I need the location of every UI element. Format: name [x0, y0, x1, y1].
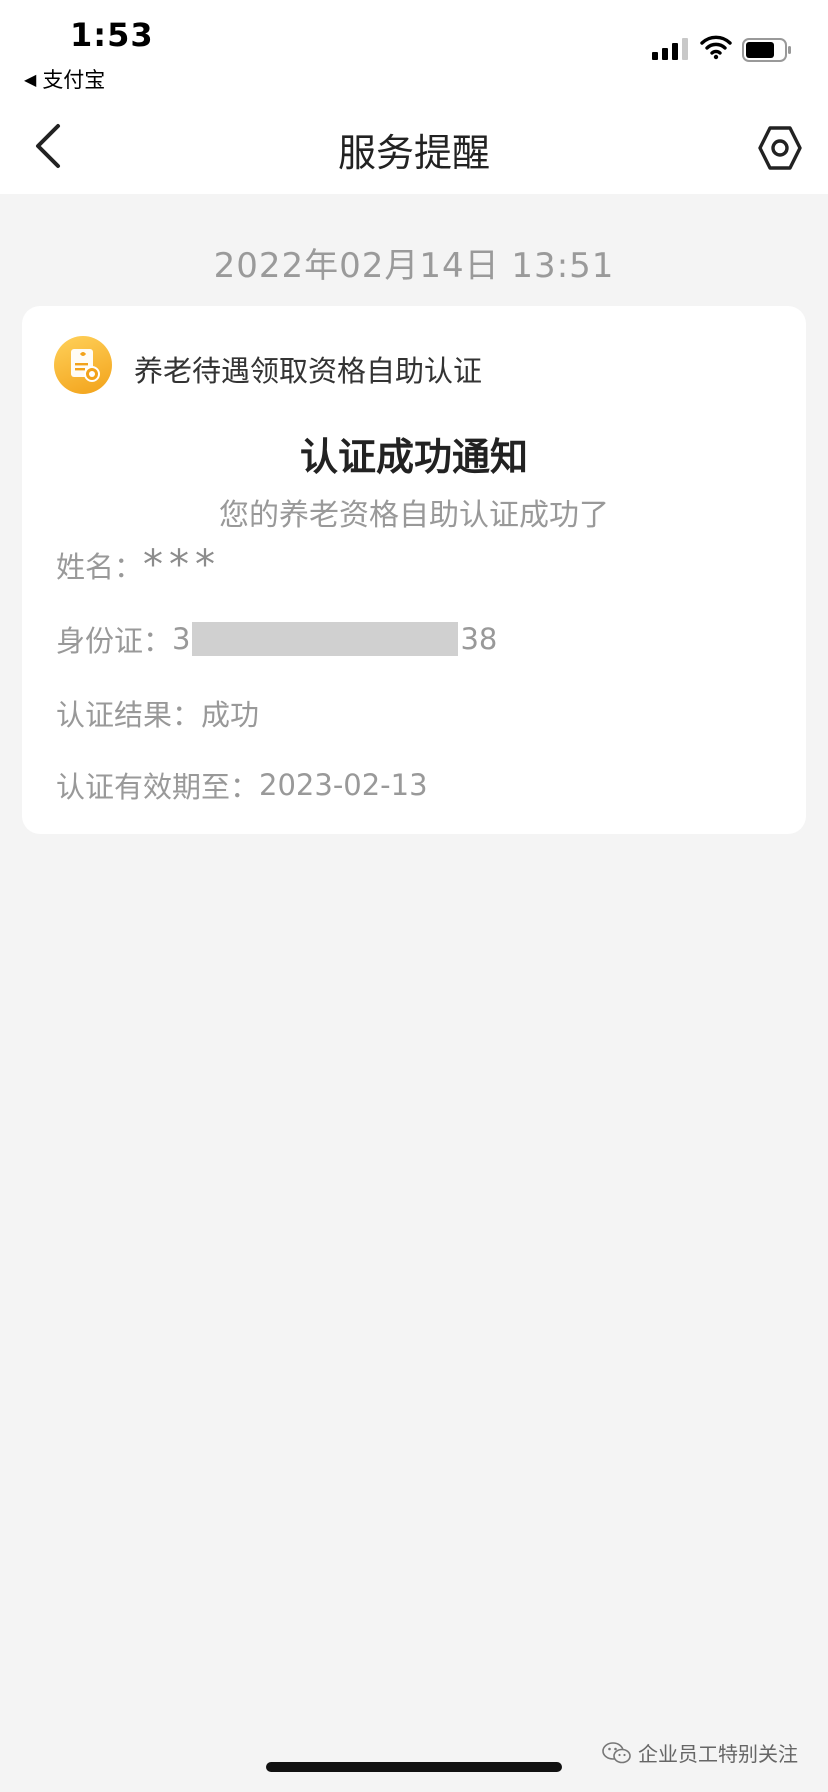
status-bar: 1:53 ◀ 支付宝	[0, 0, 828, 100]
certificate-icon	[54, 336, 112, 394]
service-name: 养老待遇领取资格自助认证	[134, 354, 483, 388]
cellular-signal-icon	[652, 38, 688, 60]
status-time: 1:53	[70, 16, 154, 54]
navigation-bar: 服务提醒	[0, 100, 828, 194]
result-row: 认证结果： 成功	[56, 692, 259, 734]
battery-icon	[742, 38, 791, 62]
home-indicator[interactable]	[266, 1762, 562, 1772]
name-row: 姓名： ***	[56, 542, 221, 588]
back-to-app-link[interactable]: ◀ 支付宝	[24, 64, 105, 94]
watermark-text: 企业员工特别关注	[638, 1742, 798, 1766]
message-timestamp: 2022年02月14日 13:51	[213, 246, 615, 286]
id-card-redaction	[192, 622, 459, 656]
valid-until-value: 2023-02-13	[259, 768, 428, 802]
id-card-row: 身份证： 3 38	[56, 618, 497, 660]
id-card-label: 身份证：	[56, 624, 173, 658]
page: 1:53 ◀ 支付宝 服务提醒 2022年02月14日 13:51 养老待遇领取…	[0, 0, 828, 1792]
name-label: 姓名：	[56, 550, 144, 584]
hexagon-settings-icon[interactable]	[756, 124, 804, 172]
result-label: 认证结果：	[56, 698, 202, 732]
back-app-label: 支付宝	[42, 68, 106, 92]
back-triangle-icon: ◀	[24, 69, 37, 89]
watermark: 企业员工特别关注	[602, 1738, 798, 1767]
notification-card[interactable]: 养老待遇领取资格自助认证 认证成功通知 您的养老资格自助认证成功了 姓名： **…	[22, 306, 806, 834]
page-title: 服务提醒	[337, 131, 490, 175]
result-value: 成功	[201, 698, 260, 732]
valid-until-row: 认证有效期至： 2023-02-13	[56, 764, 428, 806]
notification-subtitle: 您的养老资格自助认证成功了	[219, 498, 609, 533]
wechat-icon	[602, 1741, 631, 1763]
id-card-suffix: 38	[460, 622, 498, 656]
name-value: ***	[143, 542, 222, 588]
valid-until-label: 认证有效期至：	[56, 770, 260, 804]
notification-title: 认证成功通知	[299, 435, 528, 479]
id-card-prefix: 3	[172, 622, 191, 656]
wifi-icon	[700, 35, 732, 60]
